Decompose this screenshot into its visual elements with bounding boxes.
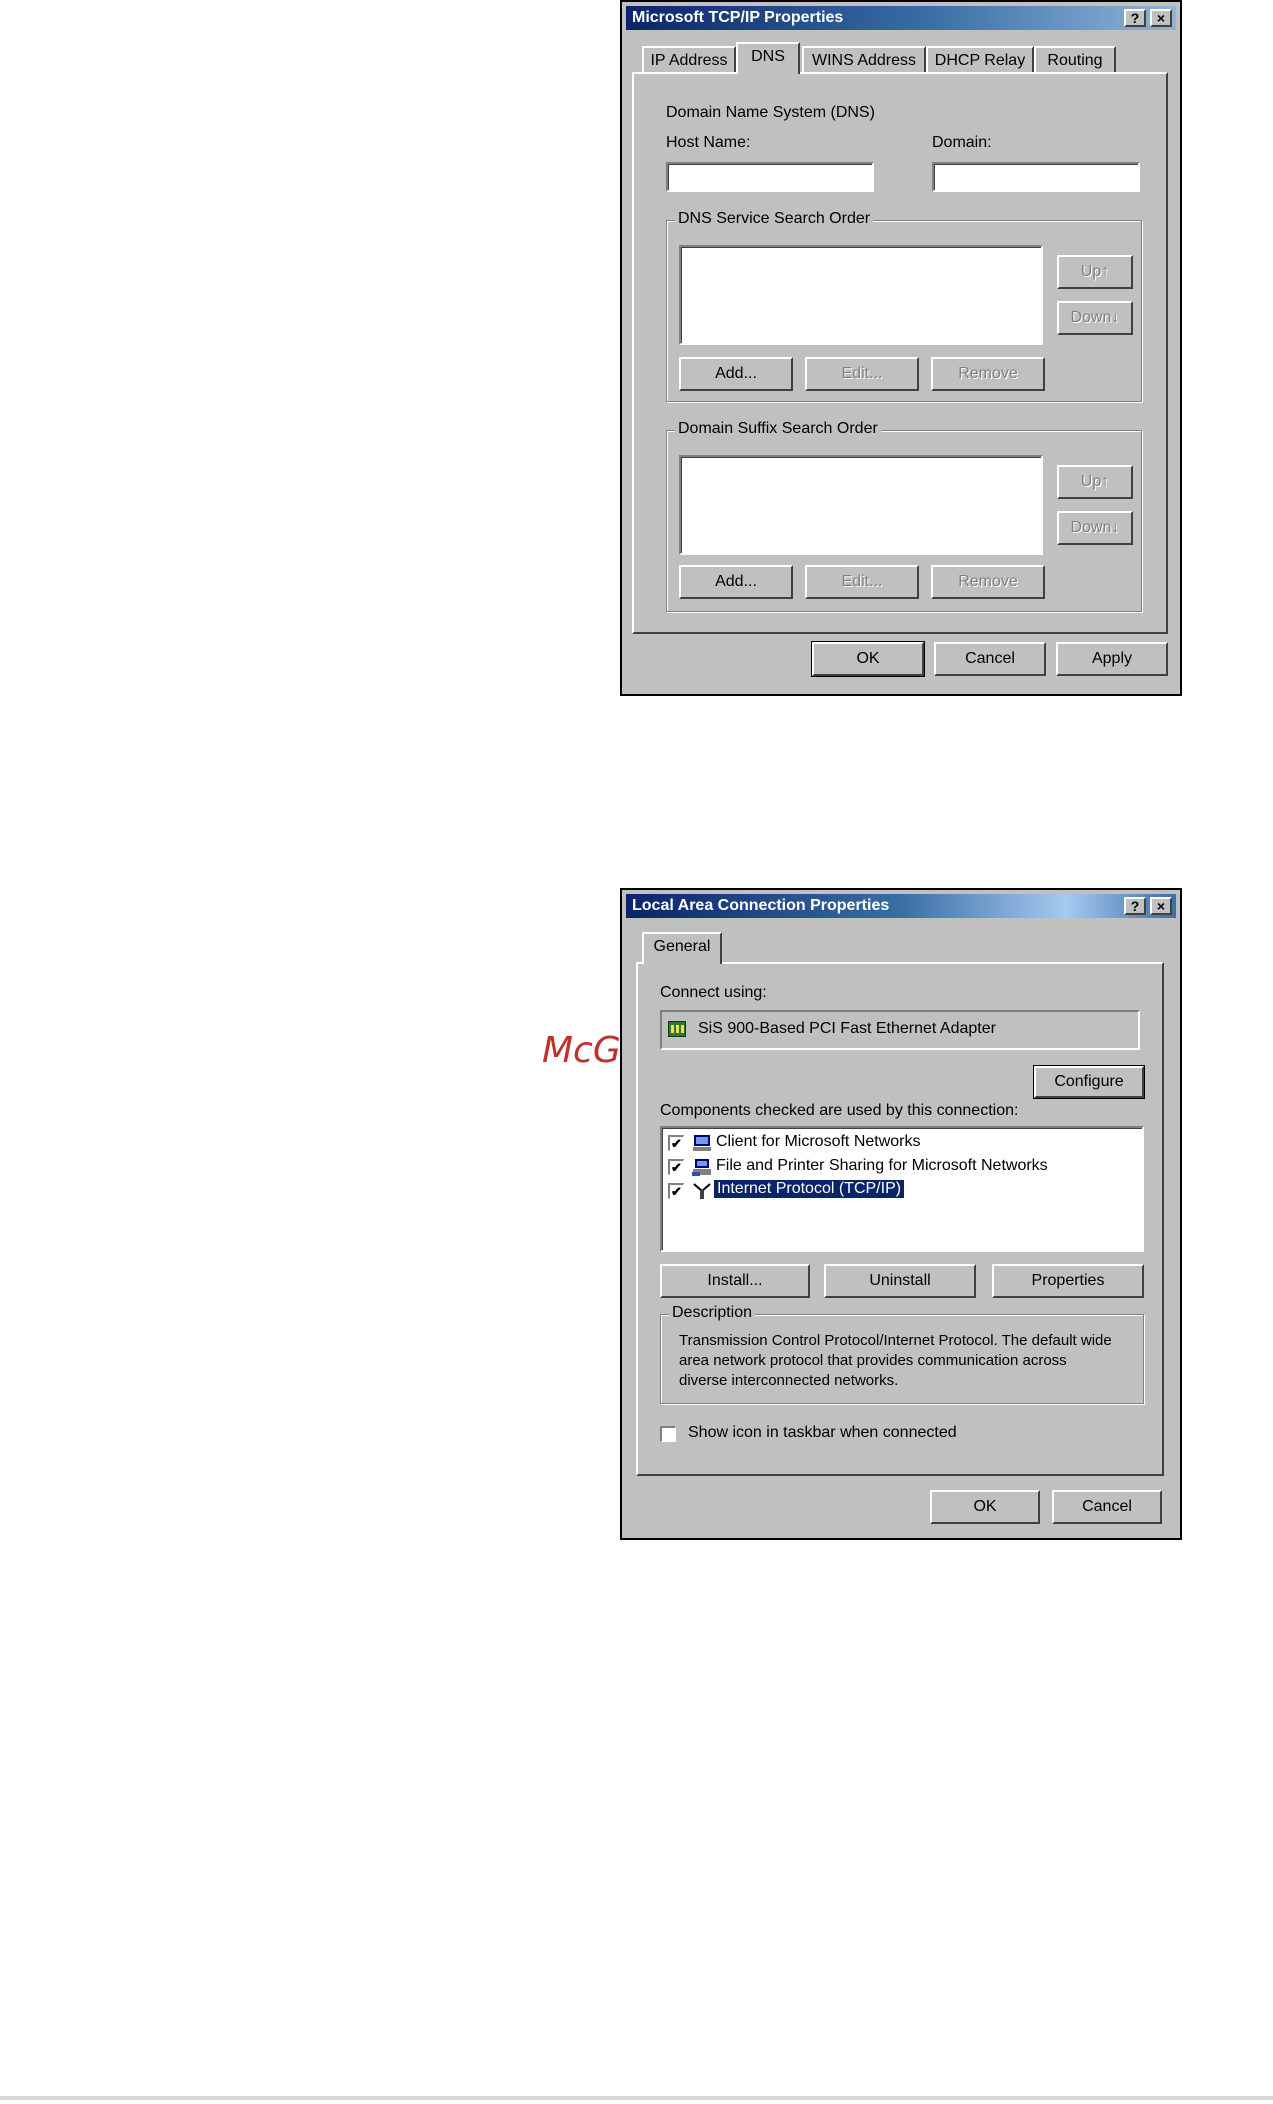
dns-search-order-group: DNS Service Search Order Up↑ Down↓ Add..… xyxy=(666,210,1142,402)
tab-routing[interactable]: Routing xyxy=(1034,46,1116,74)
tab-dhcp-relay[interactable]: DHCP Relay xyxy=(926,46,1034,74)
dns-search-order-list[interactable] xyxy=(679,245,1043,345)
components-list[interactable]: ✔ Client for Microsoft Networks ✔ File a… xyxy=(660,1126,1144,1252)
suffix-remove-button[interactable]: Remove xyxy=(931,565,1045,599)
adapter-field: SiS 900-Based PCI Fast Ethernet Adapter xyxy=(660,1010,1140,1050)
lan-title: Local Area Connection Properties xyxy=(632,897,890,914)
file-sharing-checkbox[interactable]: ✔ xyxy=(668,1159,684,1175)
cancel-button[interactable]: Cancel xyxy=(1052,1490,1162,1524)
dns-search-order-title: DNS Service Search Order xyxy=(675,210,874,228)
properties-button[interactable]: Properties xyxy=(992,1264,1144,1298)
tcpip-properties-dialog: Microsoft TCP/IP Properties ? × IP Addre… xyxy=(620,0,1182,696)
lan-properties-dialog: Local Area Connection Properties ? × Gen… xyxy=(620,888,1182,1540)
dns-add-button[interactable]: Add... xyxy=(679,357,793,391)
dns-section-label: Domain Name System (DNS) xyxy=(666,104,875,121)
tcpip-titlebar: Microsoft TCP/IP Properties ? × xyxy=(626,6,1176,30)
tab-wins-address[interactable]: WINS Address xyxy=(802,46,926,74)
domain-input[interactable] xyxy=(932,162,1140,192)
apply-button[interactable]: Apply xyxy=(1056,642,1168,676)
suffix-down-button[interactable]: Down↓ xyxy=(1057,511,1133,545)
show-icon-checkbox[interactable] xyxy=(660,1426,676,1442)
configure-button[interactable]: Configure xyxy=(1033,1065,1145,1099)
component-label-selected: Internet Protocol (TCP/IP) xyxy=(712,1179,906,1199)
ok-button[interactable]: OK xyxy=(811,641,925,677)
show-icon-label: Show icon in taskbar when connected xyxy=(688,1424,957,1441)
suffix-search-order-group: Domain Suffix Search Order Up↑ Down↓ Add… xyxy=(666,420,1142,612)
suffix-add-button[interactable]: Add... xyxy=(679,565,793,599)
list-item[interactable]: ✔ File and Printer Sharing for Microsoft… xyxy=(668,1156,1128,1178)
help-button[interactable]: ? xyxy=(1124,9,1146,27)
ok-button[interactable]: OK xyxy=(930,1490,1040,1524)
lan-titlebar: Local Area Connection Properties ? × xyxy=(626,894,1176,918)
description-text: Transmission Control Protocol/Internet P… xyxy=(679,1332,1112,1389)
tab-ip-address[interactable]: IP Address xyxy=(642,46,736,74)
dns-tab-panel: Domain Name System (DNS) Host Name: Doma… xyxy=(632,72,1168,634)
page-bottom-rule xyxy=(0,2096,1273,2100)
suffix-search-order-list[interactable] xyxy=(679,455,1043,555)
tcpip-checkbox[interactable]: ✔ xyxy=(668,1183,684,1199)
component-label: Client for Microsoft Networks xyxy=(716,1133,921,1150)
install-button[interactable]: Install... xyxy=(660,1264,810,1298)
network-protocol-icon xyxy=(692,1182,711,1199)
host-name-input[interactable] xyxy=(666,162,874,192)
suffix-up-button[interactable]: Up↑ xyxy=(1057,465,1133,499)
dns-up-button[interactable]: Up↑ xyxy=(1057,255,1133,289)
tcpip-title: Microsoft TCP/IP Properties xyxy=(632,9,844,26)
host-name-label: Host Name: xyxy=(666,134,751,151)
help-button[interactable]: ? xyxy=(1124,897,1146,915)
component-label: File and Printer Sharing for Microsoft N… xyxy=(716,1157,1048,1174)
network-adapter-icon xyxy=(668,1021,686,1037)
close-button[interactable]: × xyxy=(1150,897,1172,915)
tab-dns[interactable]: DNS xyxy=(736,42,800,74)
dns-remove-button[interactable]: Remove xyxy=(931,357,1045,391)
list-item[interactable]: ✔ Client for Microsoft Networks xyxy=(668,1132,1128,1154)
computer-icon xyxy=(692,1134,711,1151)
adapter-name: SiS 900-Based PCI Fast Ethernet Adapter xyxy=(698,1020,996,1037)
tab-general[interactable]: General xyxy=(642,932,722,964)
components-label: Components checked are used by this conn… xyxy=(660,1102,1019,1119)
uninstall-button[interactable]: Uninstall xyxy=(824,1264,976,1298)
list-item[interactable]: ✔ Internet Protocol (TCP/IP) xyxy=(668,1179,1128,1202)
domain-label: Domain: xyxy=(932,134,992,151)
dns-edit-button[interactable]: Edit... xyxy=(805,357,919,391)
description-title: Description xyxy=(669,1304,756,1322)
client-checkbox[interactable]: ✔ xyxy=(668,1135,684,1151)
suffix-edit-button[interactable]: Edit... xyxy=(805,565,919,599)
description-group: Description Transmission Control Protoco… xyxy=(660,1304,1144,1404)
printer-share-icon xyxy=(692,1158,711,1176)
dns-down-button[interactable]: Down↓ xyxy=(1057,301,1133,335)
suffix-search-order-title: Domain Suffix Search Order xyxy=(675,420,881,438)
general-tab-panel: Connect using: SiS 900-Based PCI Fast Et… xyxy=(636,962,1164,1476)
cancel-button[interactable]: Cancel xyxy=(934,642,1046,676)
connect-using-label: Connect using: xyxy=(660,984,767,1001)
close-button[interactable]: × xyxy=(1150,9,1172,27)
